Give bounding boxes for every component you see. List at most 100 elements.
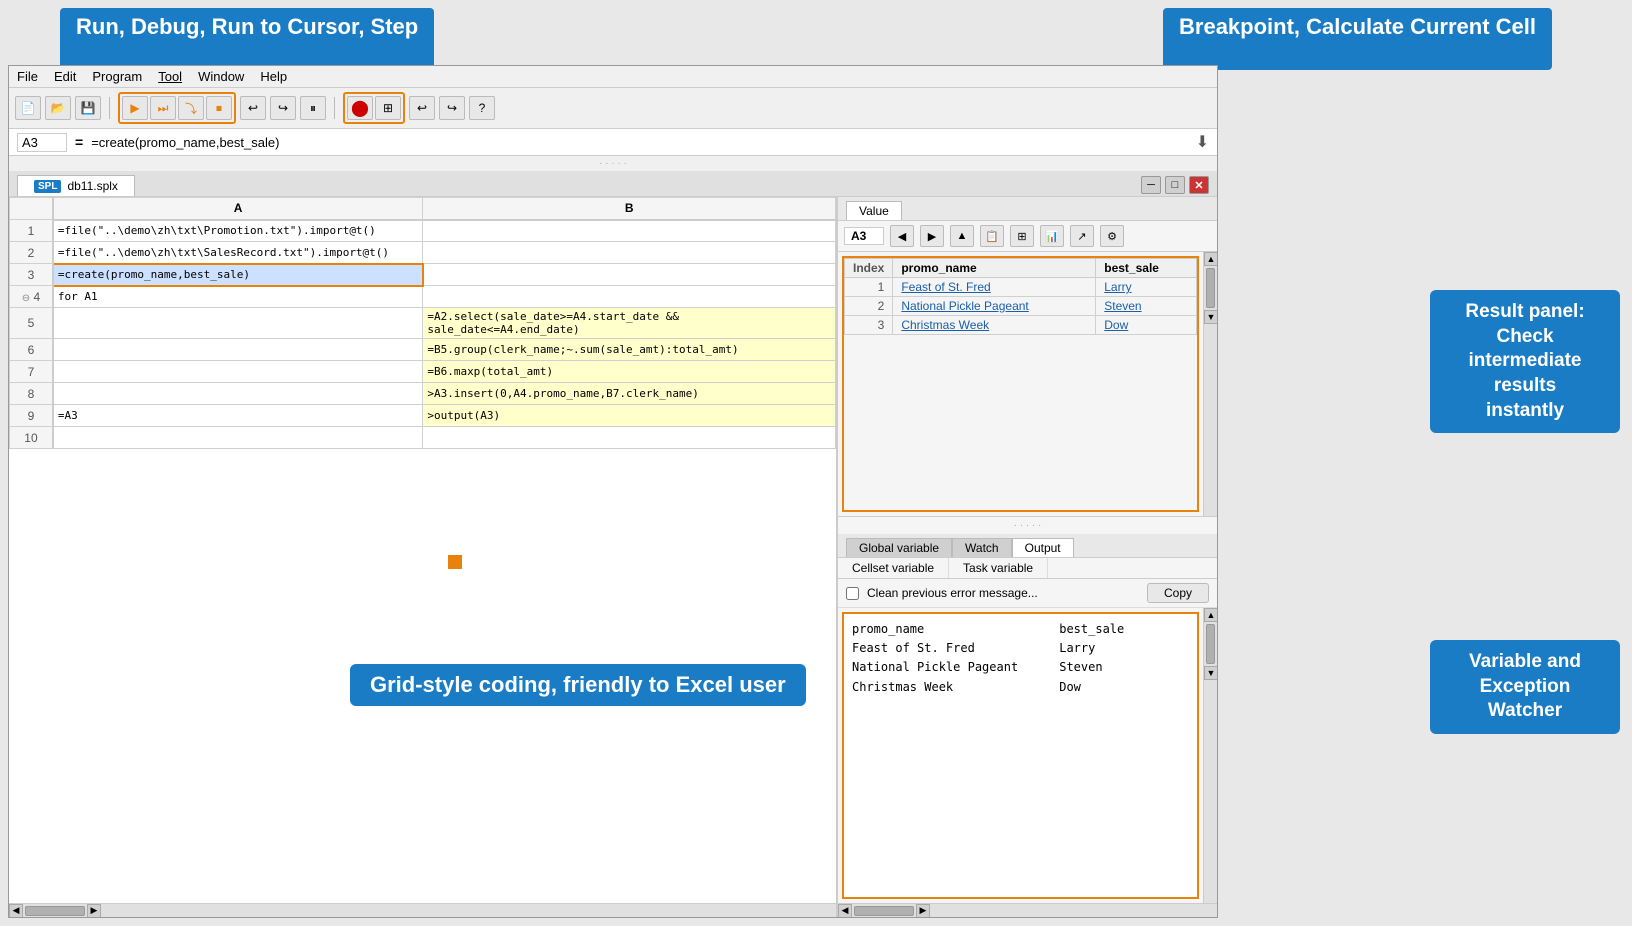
cell-b6[interactable]: =B5.group(clerk_name;~.sum(sale_amt):tot… bbox=[423, 339, 836, 361]
tab-value[interactable]: Value bbox=[846, 201, 902, 220]
cell-reference-input[interactable] bbox=[17, 133, 67, 152]
cell-a2[interactable]: =file("..\demo\zh\txt\SalesRecord.txt").… bbox=[53, 242, 423, 264]
minimize-button[interactable]: ─ bbox=[1141, 176, 1161, 194]
table-row: 9 =A3 >output(A3) bbox=[10, 405, 836, 427]
table-row: 8 >A3.insert(0,A4.promo_name,B7.clerk_na… bbox=[10, 383, 836, 405]
cell-b5[interactable]: =A2.select(sale_date>=A4.start_date &&sa… bbox=[423, 308, 836, 339]
stop-button[interactable]: ⏹ bbox=[206, 96, 232, 120]
clean-error-checkbox[interactable] bbox=[846, 587, 859, 600]
col-header-b[interactable]: B bbox=[423, 198, 836, 220]
ide-window: File Edit Program Tool Window Help 📄 📂 💾… bbox=[8, 65, 1218, 918]
cell-a8[interactable] bbox=[53, 383, 423, 405]
scroll-right-arrow[interactable]: ▶ bbox=[87, 904, 101, 918]
output-col1-3: Christmas Week bbox=[852, 678, 1052, 697]
bottom-panel: · · · · · Global variable Watch Output C… bbox=[838, 517, 1217, 917]
cell-a9[interactable]: =A3 bbox=[53, 405, 423, 427]
scroll-thumb[interactable] bbox=[25, 906, 85, 916]
cell-b2[interactable] bbox=[423, 242, 836, 264]
redo-button[interactable]: ↪ bbox=[270, 96, 296, 120]
undo-button[interactable]: ↩ bbox=[240, 96, 266, 120]
cell-a5[interactable] bbox=[53, 308, 423, 339]
output-line-1: Feast of St. Fred Larry bbox=[852, 639, 1189, 658]
tab-output[interactable]: Output bbox=[1012, 538, 1074, 557]
open-button[interactable]: 📂 bbox=[45, 96, 71, 120]
run-button[interactable]: ▶ bbox=[122, 96, 148, 120]
file-tab-name: db11.splx bbox=[67, 179, 117, 193]
save-button[interactable]: 💾 bbox=[75, 96, 101, 120]
cell-b1[interactable] bbox=[423, 220, 836, 242]
cell-a4[interactable]: for A1 bbox=[53, 286, 423, 308]
maximize-button[interactable]: □ bbox=[1165, 176, 1185, 194]
cell-b10[interactable] bbox=[423, 427, 836, 449]
pause-button[interactable]: ⏸ bbox=[300, 96, 326, 120]
drag-handle-bottom[interactable]: · · · · · bbox=[838, 517, 1217, 534]
toolbar-btn-extra2[interactable]: ↪ bbox=[439, 96, 465, 120]
scroll-up-arrow[interactable]: ▲ bbox=[1204, 252, 1217, 266]
cell-b8[interactable]: >A3.insert(0,A4.promo_name,B7.clerk_name… bbox=[423, 383, 836, 405]
output-scroll-up[interactable]: ▲ bbox=[1204, 608, 1217, 622]
panel-settings-btn[interactable]: ⚙ bbox=[1100, 225, 1124, 247]
output-scroll-right[interactable]: ▶ bbox=[916, 904, 930, 918]
copy-button[interactable]: Copy bbox=[1147, 583, 1209, 603]
row-number-10: 10 bbox=[10, 427, 53, 449]
panel-back-btn[interactable]: ◀ bbox=[890, 225, 914, 247]
row-number-6: 6 bbox=[10, 339, 53, 361]
cell-a7[interactable] bbox=[53, 361, 423, 383]
scroll-thumb-v[interactable] bbox=[1206, 268, 1215, 308]
menu-edit[interactable]: Edit bbox=[54, 69, 76, 84]
panel-forward-btn[interactable]: ▶ bbox=[920, 225, 944, 247]
horizontal-scrollbar[interactable]: ◀ ▶ bbox=[9, 903, 836, 917]
scroll-down-arrow[interactable]: ▼ bbox=[1204, 310, 1217, 324]
cell-b7[interactable]: =B6.maxp(total_amt) bbox=[423, 361, 836, 383]
col-header-a[interactable]: A bbox=[53, 198, 423, 220]
output-scroll-h-thumb[interactable] bbox=[854, 906, 914, 916]
panel-copy-btn[interactable]: 📋 bbox=[980, 225, 1004, 247]
menu-help[interactable]: Help bbox=[260, 69, 287, 84]
scroll-left-arrow[interactable]: ◀ bbox=[9, 904, 23, 918]
calculate-cell-button[interactable]: ⊞ bbox=[375, 96, 401, 120]
close-button[interactable]: ✕ bbox=[1189, 176, 1209, 194]
new-button[interactable]: 📄 bbox=[15, 96, 41, 120]
spl-badge: SPL bbox=[34, 180, 61, 193]
col-header-best-sale: best_sale bbox=[1096, 259, 1197, 278]
result-row-3-index: 3 bbox=[845, 316, 893, 335]
menu-file[interactable]: File bbox=[17, 69, 38, 84]
tab-global-variable[interactable]: Global variable bbox=[846, 538, 952, 557]
row-number-1: 1 bbox=[10, 220, 53, 242]
panel-toolbar: A3 ◀ ▶ ▲ 📋 ⊞ 📊 ↗ ⚙ bbox=[838, 221, 1217, 252]
output-scroll-down[interactable]: ▼ bbox=[1204, 666, 1217, 680]
menu-window[interactable]: Window bbox=[198, 69, 244, 84]
annotation-breakpoint: Breakpoint, Calculate Current Cell bbox=[1163, 8, 1552, 70]
breakpoint-button[interactable]: ⬤ bbox=[347, 96, 373, 120]
cell-a1[interactable]: =file("..\demo\zh\txt\Promotion.txt").im… bbox=[53, 220, 423, 242]
panel-up-btn[interactable]: ▲ bbox=[950, 225, 974, 247]
value-panel-scrollbar[interactable]: ▲ ▼ bbox=[1203, 252, 1217, 516]
toolbar-btn-extra1[interactable]: ↩ bbox=[409, 96, 435, 120]
output-scrollbar[interactable]: ▲ ▼ bbox=[1203, 608, 1217, 903]
cell-a6[interactable] bbox=[53, 339, 423, 361]
grid-wrapper[interactable]: A B 1 =file("..\demo\zh\txt\Promotion.tx… bbox=[9, 197, 836, 903]
output-scroll-left[interactable]: ◀ bbox=[838, 904, 852, 918]
result-row-2-promo: National Pickle Pageant bbox=[893, 297, 1096, 316]
output-scroll-thumb[interactable] bbox=[1206, 624, 1215, 664]
cell-a10[interactable] bbox=[53, 427, 423, 449]
panel-chart-btn[interactable]: 📊 bbox=[1040, 225, 1064, 247]
help-button[interactable]: ? bbox=[469, 96, 495, 120]
cell-b4[interactable] bbox=[423, 286, 836, 308]
cell-b9[interactable]: >output(A3) bbox=[423, 405, 836, 427]
menu-tool[interactable]: Tool bbox=[158, 69, 182, 84]
subtab-task[interactable]: Task variable bbox=[949, 558, 1048, 578]
output-horiz-scrollbar[interactable]: ◀ ▶ bbox=[838, 903, 1217, 917]
step-into-button[interactable]: ⤵ bbox=[178, 96, 204, 120]
cell-a3[interactable]: =create(promo_name,best_sale) bbox=[53, 264, 423, 286]
cell-b3[interactable] bbox=[423, 264, 836, 286]
subtab-cellset[interactable]: Cellset variable bbox=[838, 558, 949, 578]
panel-table-btn[interactable]: ⊞ bbox=[1010, 225, 1034, 247]
output-col1-1: Feast of St. Fred bbox=[852, 639, 1052, 658]
step-over-button[interactable]: ⏭ bbox=[150, 96, 176, 120]
panel-export-btn[interactable]: ↗ bbox=[1070, 225, 1094, 247]
file-tab-db11[interactable]: SPL db11.splx bbox=[17, 175, 135, 196]
menu-program[interactable]: Program bbox=[92, 69, 142, 84]
tab-watch[interactable]: Watch bbox=[952, 538, 1012, 557]
drag-handle-top[interactable]: · · · · · bbox=[9, 156, 1217, 171]
